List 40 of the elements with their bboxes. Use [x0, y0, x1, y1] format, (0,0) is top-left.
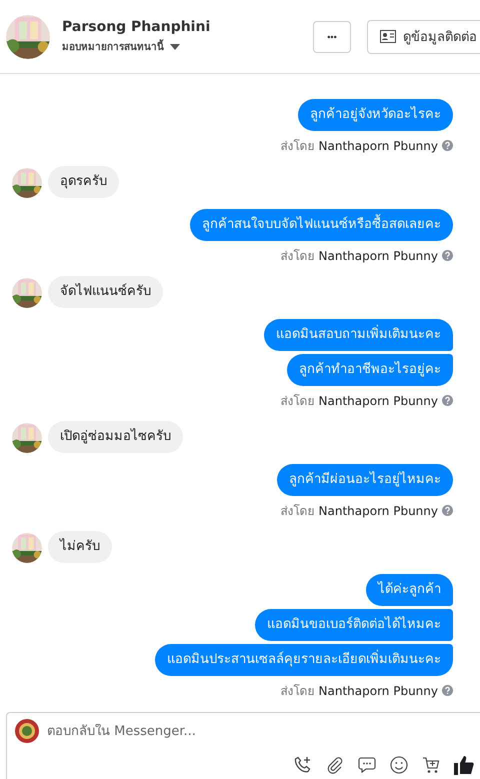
caret-icon	[170, 44, 180, 50]
more-button[interactable]: •••	[313, 20, 351, 52]
thumbs-up-icon[interactable]	[454, 755, 474, 775]
help-icon[interactable]	[442, 140, 453, 151]
sender-name: Nanthaporn Pbunny	[318, 684, 438, 698]
sent-by-label: ส่งโดย	[280, 683, 315, 700]
cart-plus-icon[interactable]	[422, 756, 440, 774]
sender-name: Nanthaporn Pbunny	[318, 248, 438, 262]
message-bubble: ลูกค้าทำอาชีพอะไรอยู่คะ	[287, 354, 453, 386]
view-contact-button[interactable]: ดูข้อมูลติดต่อ	[367, 20, 480, 54]
message-bubble: อุดรครับ	[48, 166, 119, 198]
message-bubble: ลูกค้ามีผ่อนอะไรอยู่ไหมคะ	[277, 464, 453, 496]
sent-by-label: ส่งโดย	[280, 503, 315, 520]
sender-name: Nanthaporn Pbunny	[318, 394, 438, 408]
message-bubble: เปิดอู่ซ่อมมอไซครับ	[48, 421, 183, 453]
phone-plus-icon[interactable]	[294, 756, 312, 774]
sender-name: Nanthaporn Pbunny	[318, 504, 438, 518]
paperclip-icon[interactable]	[326, 756, 344, 774]
contact-name: Parsong Phanphini	[62, 19, 212, 35]
chat-bubble-icon[interactable]	[358, 756, 376, 774]
assign-dropdown[interactable]: มอบหมายการสนทนานี้	[62, 39, 180, 54]
help-icon[interactable]	[442, 685, 453, 696]
help-icon[interactable]	[442, 505, 453, 516]
message-bubble: จัดไฟแนนซ์ครับ	[48, 276, 163, 308]
help-icon[interactable]	[442, 250, 453, 261]
sender-name: Nanthaporn Pbunny	[318, 138, 438, 152]
message-bubble: ลูกค้าสนใจบบจัดไฟแนนซ์หรือซื้อสดเลยคะ	[190, 209, 453, 241]
message-bubble: ได้ค่ะลูกค้า	[366, 574, 453, 606]
sent-by-label: ส่งโดย	[280, 138, 315, 155]
message-bubble: ไม่ครับ	[48, 531, 112, 563]
smiley-icon[interactable]	[390, 756, 408, 774]
emblem-avatar-icon	[15, 719, 39, 743]
sent-by-label: ส่งโดย	[280, 393, 315, 410]
contact-card-icon	[380, 30, 396, 43]
message-bubble: แอดมินประสานเซลล์คุยรายละเอียดเพิ่มเติมนะคะ	[155, 644, 453, 676]
sent-by-label: ส่งโดย	[280, 248, 315, 265]
help-icon[interactable]	[442, 395, 453, 406]
message-bubble: ลูกค้าอยู่จังหวัดอะไรคะ	[298, 99, 453, 131]
message-bubble: แอดมินขอเบอร์ติดต่อได้ไหมคะ	[255, 609, 453, 641]
message-bubble: แอดมินสอบถามเพิ่มเติมนะคะ	[264, 319, 453, 351]
